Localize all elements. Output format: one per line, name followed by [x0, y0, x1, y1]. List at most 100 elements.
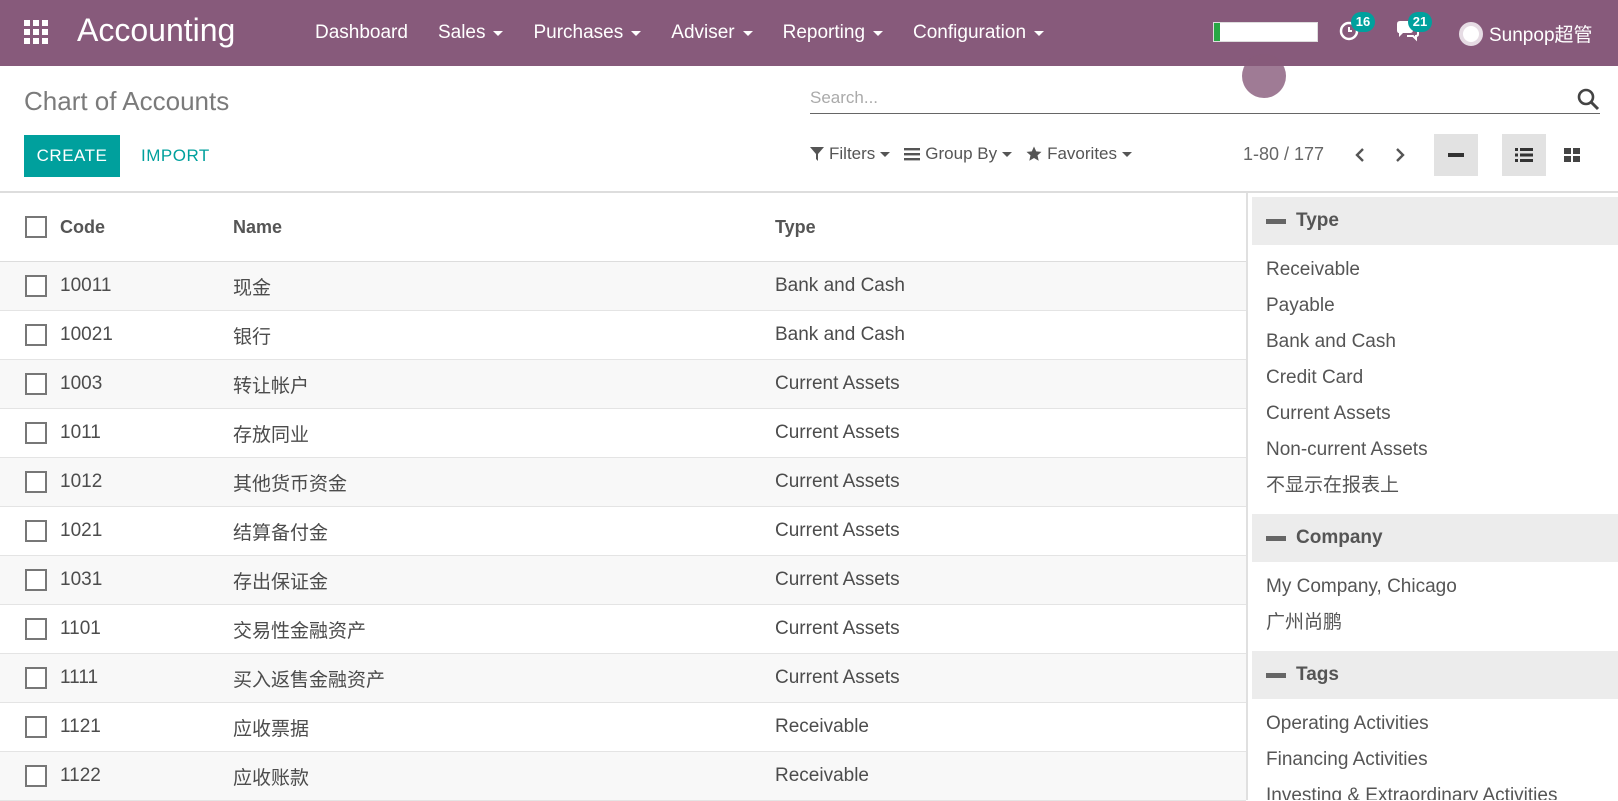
panel-option[interactable]: My Company, Chicago: [1248, 569, 1618, 605]
panel-option[interactable]: 广州尚鹏: [1248, 605, 1618, 641]
filter-icon: [810, 147, 824, 161]
table-row[interactable]: 1122 应收账款 Receivable: [0, 752, 1246, 801]
cell-type: Current Assets: [775, 520, 900, 541]
row-checkbox[interactable]: [25, 716, 47, 738]
pager-value[interactable]: 1-80 / 177: [1243, 144, 1324, 165]
pager-previous-button[interactable]: [1345, 140, 1375, 170]
table-row[interactable]: 1012 其他货币资金 Current Assets: [0, 458, 1246, 507]
table-header: Code Name Type: [0, 193, 1246, 262]
cell-type: Receivable: [775, 765, 869, 786]
panel-section-company[interactable]: Company: [1252, 514, 1618, 562]
row-checkbox[interactable]: [25, 618, 47, 640]
search-input[interactable]: [810, 84, 1550, 112]
chevron-down-icon: [1034, 30, 1045, 36]
menu-item-label: Reporting: [782, 22, 866, 43]
messages-button[interactable]: 21: [1394, 12, 1432, 48]
select-all-checkbox[interactable]: [25, 216, 47, 238]
collapse-icon: [1266, 218, 1286, 224]
menu-item-dashboard[interactable]: Dashboard: [300, 22, 423, 44]
row-checkbox[interactable]: [25, 667, 47, 689]
kanban-view-button[interactable]: [1550, 134, 1594, 176]
pager-next-button[interactable]: [1385, 140, 1415, 170]
row-checkbox[interactable]: [25, 520, 47, 542]
create-button[interactable]: CREATE: [24, 135, 120, 177]
collapse-icon: [1266, 672, 1286, 678]
panel-option-list: Receivable Payable Bank and Cash Credit Car…: [1248, 245, 1618, 510]
cell-name: 应收账款: [233, 767, 310, 789]
table-row[interactable]: 1101 交易性金融资产 Current Assets: [0, 605, 1246, 654]
cell-code: 10021: [60, 324, 113, 345]
user-name: Sunpop超管: [1489, 25, 1593, 46]
import-button[interactable]: IMPORT: [141, 135, 210, 177]
panel-option[interactable]: Receivable: [1248, 252, 1618, 288]
table-row[interactable]: 10021 银行 Bank and Cash: [0, 311, 1246, 360]
cell-name: 银行: [233, 326, 272, 348]
table-row[interactable]: 1011 存放同业 Current Assets: [0, 409, 1246, 458]
apps-menu-icon[interactable]: [24, 20, 50, 44]
cell-name: 存出保证金: [233, 571, 329, 593]
panel-option[interactable]: 不显示在报表上: [1248, 468, 1618, 504]
table-row[interactable]: 1111 买入返售金融资产 Current Assets: [0, 654, 1246, 703]
cell-name: 其他货币资金: [233, 473, 348, 495]
panel-option[interactable]: Non-current Assets: [1248, 432, 1618, 468]
panel-option[interactable]: Operating Activities: [1248, 706, 1618, 742]
panel-section-tags[interactable]: Tags: [1252, 651, 1618, 699]
menu-item-label: Configuration: [913, 22, 1027, 43]
favorites-dropdown[interactable]: Favorites: [1026, 144, 1133, 164]
table-row[interactable]: 1121 应收票据 Receivable: [0, 703, 1246, 752]
row-checkbox[interactable]: [25, 765, 47, 787]
menu-item-configuration[interactable]: Configuration: [898, 22, 1059, 44]
top-navbar: Accounting Dashboard Sales Purchases Advise…: [0, 0, 1618, 66]
cell-type: Current Assets: [775, 569, 900, 590]
minus-icon: [1448, 153, 1464, 157]
menu-item-purchases[interactable]: Purchases: [518, 22, 656, 44]
star-icon: [1026, 146, 1042, 161]
table-row[interactable]: 10011 现金 Bank and Cash: [0, 262, 1246, 311]
panel-option[interactable]: Bank and Cash: [1248, 324, 1618, 360]
panel-option[interactable]: Investing & Extraordinary Activities: [1248, 778, 1618, 800]
row-checkbox[interactable]: [25, 422, 47, 444]
table-row[interactable]: 1003 转让帐户 Current Assets: [0, 360, 1246, 409]
chevron-down-icon: [1122, 151, 1133, 157]
panel-option[interactable]: Credit Card: [1248, 360, 1618, 396]
cell-code: 1121: [60, 716, 101, 737]
message-count-badge: 21: [1408, 12, 1432, 32]
panel-section-type[interactable]: Type: [1252, 197, 1618, 245]
row-checkbox[interactable]: [25, 471, 47, 493]
column-header-name[interactable]: Name: [233, 217, 775, 238]
cell-type: Current Assets: [775, 471, 900, 492]
row-checkbox[interactable]: [25, 373, 47, 395]
main-menu: Dashboard Sales Purchases Adviser Reporting C…: [300, 0, 1059, 66]
filters-dropdown[interactable]: Filters: [810, 144, 891, 164]
cell-type: Bank and Cash: [775, 275, 905, 296]
favorites-label: Favorites: [1047, 144, 1118, 163]
list-view-button[interactable]: [1502, 134, 1546, 176]
search-panel: Type Receivable Payable Bank and Cash Credit…: [1246, 193, 1618, 800]
cell-name: 现金: [233, 277, 272, 299]
menu-item-adviser[interactable]: Adviser: [656, 22, 767, 44]
cell-code: 1003: [60, 373, 103, 394]
row-checkbox[interactable]: [25, 275, 47, 297]
activity-button[interactable]: 16: [1337, 12, 1375, 48]
menu-item-reporting[interactable]: Reporting: [768, 22, 898, 44]
groupby-dropdown[interactable]: Group By: [904, 144, 1013, 164]
user-menu[interactable]: Sunpop超管: [1459, 20, 1593, 47]
panel-option[interactable]: Financing Activities: [1248, 742, 1618, 778]
cell-name: 买入返售金融资产: [233, 669, 386, 691]
panel-option[interactable]: Current Assets: [1248, 396, 1618, 432]
menu-item-sales[interactable]: Sales: [423, 22, 519, 44]
table-row[interactable]: 1031 存出保证金 Current Assets: [0, 556, 1246, 605]
chevron-down-icon: [873, 30, 884, 36]
row-checkbox[interactable]: [25, 569, 47, 591]
cell-code: 1101: [60, 618, 101, 639]
panel-option-list: My Company, Chicago 广州尚鹏: [1248, 562, 1618, 647]
row-checkbox[interactable]: [25, 324, 47, 346]
search-icon[interactable]: [1576, 87, 1600, 111]
column-header-code[interactable]: Code: [60, 217, 233, 238]
cell-type: Receivable: [775, 716, 869, 737]
panel-option[interactable]: Payable: [1248, 288, 1618, 324]
table-row[interactable]: 1021 结算备付金 Current Assets: [0, 507, 1246, 556]
column-header-type[interactable]: Type: [775, 217, 1155, 238]
toggle-side-panel-button[interactable]: [1434, 134, 1478, 176]
cell-code: 1011: [60, 422, 101, 443]
